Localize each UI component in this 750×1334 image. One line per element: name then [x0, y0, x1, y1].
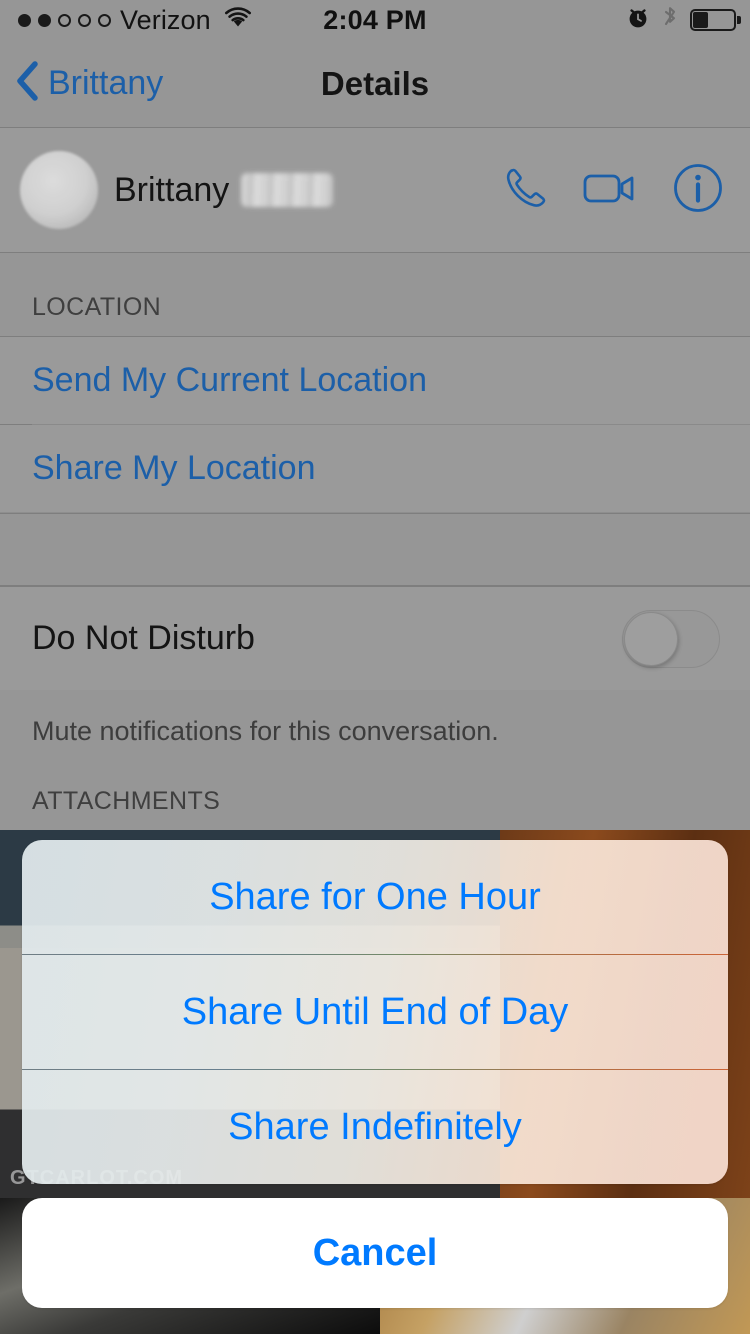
- section-header-location: LOCATION: [0, 253, 750, 336]
- chevron-left-icon: [14, 59, 40, 108]
- bluetooth-icon: [661, 5, 679, 36]
- clock-label: 2:04 PM: [323, 4, 427, 35]
- info-icon[interactable]: [672, 162, 724, 219]
- battery-icon: [690, 9, 741, 31]
- cancel-button[interactable]: Cancel: [22, 1198, 728, 1308]
- row-send-my-current-location-label: Send My Current Location: [32, 361, 427, 399]
- toggle-knob: [624, 611, 678, 666]
- do-not-disturb-toggle[interactable]: [622, 609, 720, 668]
- back-button[interactable]: Brittany: [14, 59, 163, 108]
- section-header-location-label: LOCATION: [32, 293, 162, 321]
- action-share-until-end-of-day[interactable]: Share Until End of Day: [22, 955, 728, 1069]
- contact-last-name-redacted: [241, 173, 334, 207]
- row-do-not-disturb[interactable]: Do Not Disturb: [0, 586, 750, 690]
- contact-first-name: Brittany: [114, 170, 230, 209]
- avatar: [20, 151, 98, 229]
- section-header-attachments-label: ATTACHMENTS: [32, 787, 221, 815]
- section-gap: [0, 513, 750, 586]
- action-share-indefinitely[interactable]: Share Indefinitely: [22, 1070, 728, 1184]
- navigation-bar: Brittany Details: [0, 40, 750, 128]
- back-button-label: Brittany: [48, 64, 164, 102]
- contact-actions: [498, 162, 724, 219]
- video-call-icon[interactable]: [582, 166, 638, 215]
- do-not-disturb-footnote-label: Mute notifications for this conversation…: [32, 716, 499, 746]
- phone-call-icon[interactable]: [498, 163, 548, 218]
- alarm-clock-icon: [626, 6, 650, 35]
- cancel-button-label: Cancel: [312, 1231, 438, 1274]
- row-share-my-location[interactable]: Share My Location: [0, 424, 750, 512]
- action-share-for-one-hour-label: Share for One Hour: [209, 875, 541, 918]
- contact-row[interactable]: Brittany: [0, 128, 750, 253]
- row-send-my-current-location[interactable]: Send My Current Location: [0, 336, 750, 424]
- row-share-my-location-label: Share My Location: [32, 449, 316, 487]
- status-bar: Verizon 2:04 PM: [0, 0, 750, 40]
- section-header-attachments: ATTACHMENTS: [0, 747, 750, 830]
- action-share-indefinitely-label: Share Indefinitely: [228, 1105, 522, 1148]
- row-do-not-disturb-label: Do Not Disturb: [32, 619, 255, 657]
- status-bar-right: [626, 0, 741, 40]
- action-share-until-end-of-day-label: Share Until End of Day: [181, 990, 569, 1033]
- action-share-for-one-hour[interactable]: Share for One Hour: [22, 840, 728, 954]
- action-sheet: Share for One Hour Share Until End of Da…: [22, 840, 728, 1184]
- row-separator: [32, 424, 750, 425]
